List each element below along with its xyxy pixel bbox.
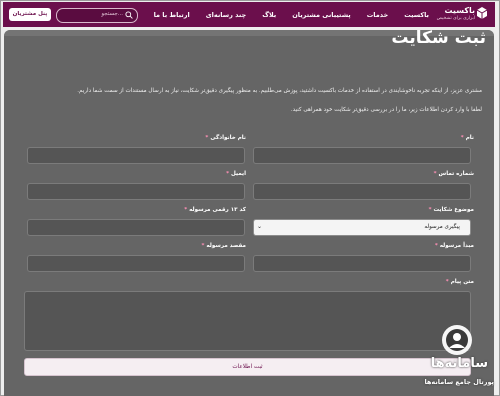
phone-label: شماره تماس * [433, 171, 474, 177]
brand-logo[interactable]: باکسیت ابزاری برای تشخیص [436, 5, 487, 24]
tracking-code-field[interactable] [27, 219, 245, 236]
last-name-field[interactable] [27, 147, 245, 164]
brand-tagline: ابزاری برای تشخیص [436, 16, 475, 21]
watermark-subtitle: پورتال جامع سامانه‌ها [424, 378, 494, 386]
subject-selected-value: پیگیری مرسوله [424, 224, 460, 230]
site-header: باکسیت ابزاری برای تشخیص باکسیت خدمات پش… [3, 2, 495, 27]
subject-select[interactable]: پیگیری مرسوله ⌄ [253, 219, 471, 236]
message-label: متن پیام * [445, 279, 474, 285]
search-icon [125, 11, 133, 19]
intro-text-2: لطفا با وارد کردن اطلاعات زیر، ما را در … [290, 107, 482, 113]
intro-text-1: مشتری عزیز، از اینکه تجربه ناخوشایندی در… [77, 88, 482, 94]
subject-label: موضوع شکایت * [428, 207, 474, 213]
origin-field[interactable] [253, 255, 471, 272]
nav-item-blog[interactable]: بلاگ [262, 11, 276, 19]
destination-field[interactable] [27, 255, 245, 272]
nav-item-baxit[interactable]: باکسیت [404, 11, 429, 19]
customer-panel-button[interactable]: پنل مشتریان [9, 8, 51, 21]
nav-item-support[interactable]: پشتیبانی مشتریان [292, 11, 351, 19]
search-input[interactable]: جستجو... [56, 8, 138, 23]
message-textarea[interactable] [24, 291, 471, 351]
email-label: ایمیل * [226, 171, 246, 177]
submit-button[interactable]: ثبت اطلاعات [24, 358, 471, 376]
destination-label: مقصد مرسوله * [201, 243, 246, 249]
email-field[interactable] [27, 183, 245, 200]
first-name-label: نام * [460, 135, 474, 141]
phone-field[interactable] [253, 183, 471, 200]
nav-item-multimedia[interactable]: چند رسانه‌ای [206, 11, 247, 19]
search-placeholder: جستجو... [101, 11, 123, 17]
chevron-down-icon: ⌄ [257, 223, 263, 230]
page-title: ثبت شکایت [391, 28, 486, 48]
last-name-label: نام خانوادگی * [205, 135, 246, 141]
brand-name: باکسیت [444, 6, 475, 15]
main-nav: باکسیت خدمات پشتیبانی مشتریان بلاگ چند ر… [154, 2, 429, 27]
nav-item-services[interactable]: خدمات [367, 11, 388, 19]
tracking-code-label: کد ۱۳ رقمی مرسوله * [184, 207, 246, 213]
first-name-field[interactable] [253, 147, 471, 164]
nav-item-contact[interactable]: ارتباط با ما [154, 11, 190, 19]
watermark-name: سامانه‌ها [430, 356, 488, 371]
origin-label: مبدأ مرسوله * [434, 243, 474, 249]
box-logo-icon [477, 7, 487, 19]
